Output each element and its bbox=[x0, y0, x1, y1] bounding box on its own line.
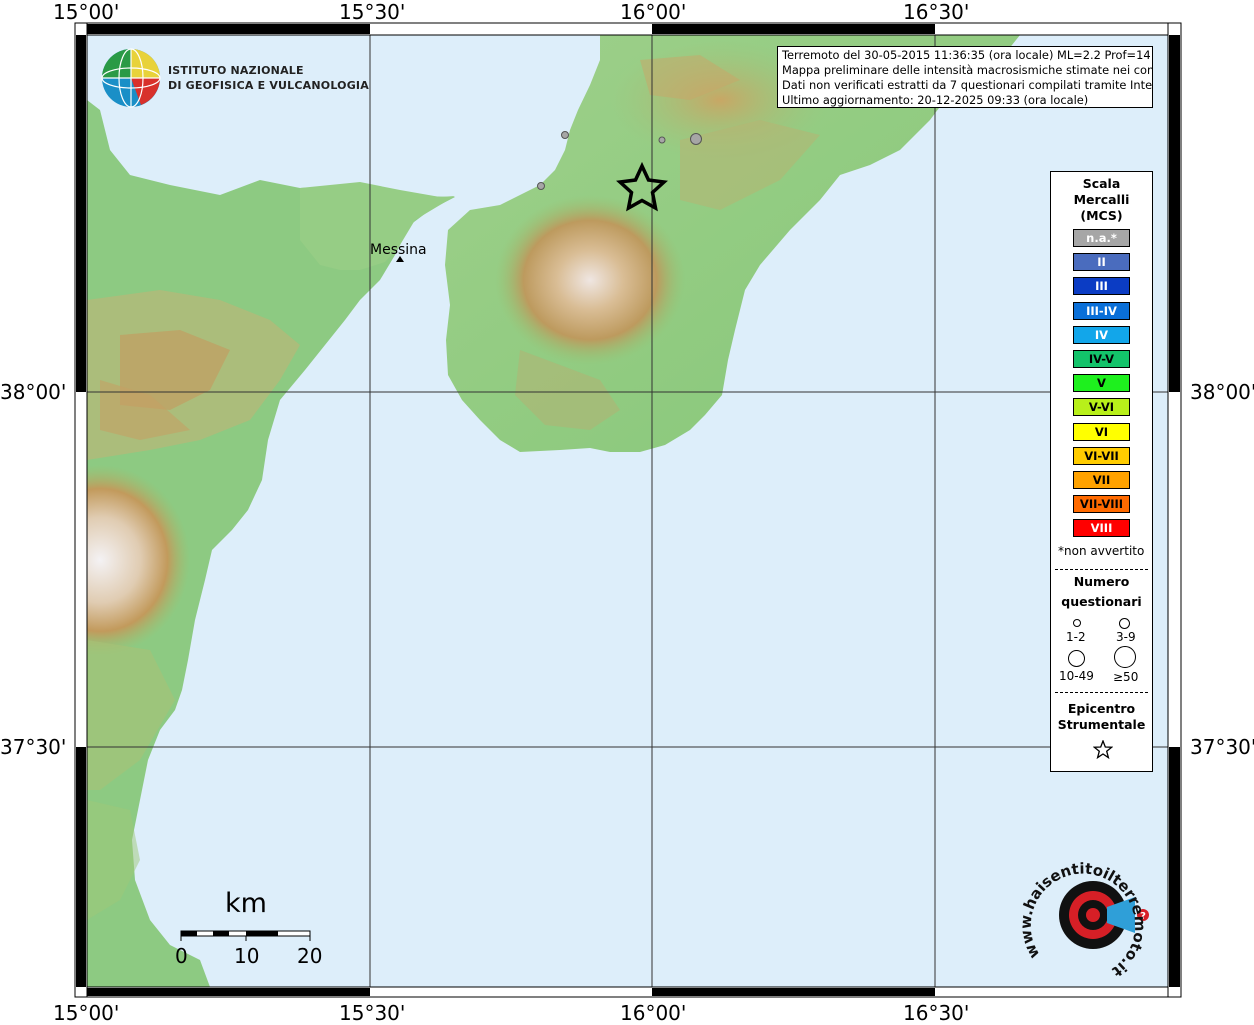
lon-label-bottom: 16°00' bbox=[620, 1001, 687, 1025]
legend-epi-title: Strumentale bbox=[1057, 717, 1146, 732]
mcs-class-swatch: III-IV bbox=[1073, 301, 1130, 320]
event-info-line: Ultimo aggiornamento: 20-12-2025 09:33 (… bbox=[782, 93, 1089, 107]
size-label: 3-9 bbox=[1116, 630, 1136, 644]
mcs-class-swatch: VI-VII bbox=[1073, 446, 1130, 465]
size-circle-xlarge bbox=[1114, 646, 1136, 668]
logo-line2: DI GEOFISICA E VULCANOLOGIA bbox=[168, 79, 369, 92]
mcs-class-swatch: III bbox=[1073, 277, 1130, 296]
event-info-line: Terremoto del 30-05-2015 11:36:35 (ora l… bbox=[782, 48, 1153, 62]
lon-label-top: 16°00' bbox=[620, 0, 687, 24]
legend-divider bbox=[1055, 692, 1148, 693]
legend-panel: Scala Mercalli (MCS) n.a.* II III III-IV IV I… bbox=[1050, 171, 1153, 772]
lat-label-left: 37°30' bbox=[0, 735, 67, 759]
intensity-point bbox=[561, 131, 569, 139]
epicenter-star-icon bbox=[1093, 740, 1113, 760]
mcs-class-swatch: VI bbox=[1073, 422, 1130, 441]
mcs-class-swatch: VII bbox=[1073, 471, 1130, 489]
logo-line1: ISTITUTO NAZIONALE bbox=[168, 64, 304, 77]
scale-label: 20 bbox=[297, 944, 323, 968]
mcs-class-swatch: V bbox=[1073, 374, 1130, 393]
lon-label-bottom: 15°30' bbox=[339, 1001, 406, 1025]
city-label: Messina bbox=[370, 242, 427, 258]
mcs-class-swatch: V-VI bbox=[1073, 398, 1130, 417]
lon-label-top: 16°30' bbox=[903, 0, 970, 24]
mcs-class-swatch: II bbox=[1073, 253, 1130, 272]
mcs-class-swatch: IV bbox=[1073, 325, 1130, 344]
legend-epi-title: Epicentro bbox=[1067, 701, 1136, 716]
size-circle-medium bbox=[1119, 618, 1130, 629]
intensity-point bbox=[537, 182, 545, 190]
mcs-class-swatch: VIII bbox=[1073, 519, 1130, 538]
lat-label-right: 37°30' bbox=[1190, 735, 1254, 759]
intensity-point bbox=[690, 133, 702, 145]
lat-label-left: 38°00' bbox=[0, 380, 67, 404]
scale-label: 10 bbox=[234, 944, 260, 968]
legend-note: *non avvertito bbox=[1058, 544, 1145, 558]
legend-title: (MCS) bbox=[1080, 208, 1123, 223]
size-circle-large bbox=[1068, 650, 1085, 667]
size-label: 1-2 bbox=[1066, 630, 1086, 644]
lat-label-right: 38°00' bbox=[1190, 380, 1254, 404]
lon-label-top: 15°30' bbox=[339, 0, 406, 24]
legend-count-title: questionari bbox=[1061, 594, 1142, 609]
mcs-class-swatch: n.a.* bbox=[1073, 229, 1130, 247]
scale-label: 0 bbox=[175, 944, 188, 968]
size-label: 10-49 bbox=[1059, 669, 1094, 683]
legend-title: Scala bbox=[1082, 176, 1121, 191]
event-info-line: Mappa preliminare delle intensità macros… bbox=[782, 63, 1153, 77]
mcs-class-swatch: VII-VIII bbox=[1073, 495, 1130, 514]
event-info-box: Terremoto del 30-05-2015 11:36:35 (ora l… bbox=[777, 46, 1153, 108]
event-info-line: Dati non verificati estratti da 7 questi… bbox=[782, 78, 1153, 92]
legend-title: Mercalli bbox=[1073, 192, 1130, 207]
intensity-point bbox=[658, 136, 666, 144]
lon-label-top: 15°00' bbox=[53, 0, 120, 24]
legend-divider bbox=[1055, 569, 1148, 570]
scale-unit: km bbox=[225, 888, 267, 919]
ingv-globe-logo bbox=[101, 48, 161, 108]
legend-count-title: Numero bbox=[1073, 574, 1130, 589]
lon-label-bottom: 16°30' bbox=[903, 1001, 970, 1025]
lon-label-bottom: 15°00' bbox=[53, 1001, 120, 1025]
mcs-class-swatch: IV-V bbox=[1073, 350, 1130, 368]
size-label: ≥50 bbox=[1113, 670, 1139, 684]
size-circle-small bbox=[1073, 619, 1081, 627]
